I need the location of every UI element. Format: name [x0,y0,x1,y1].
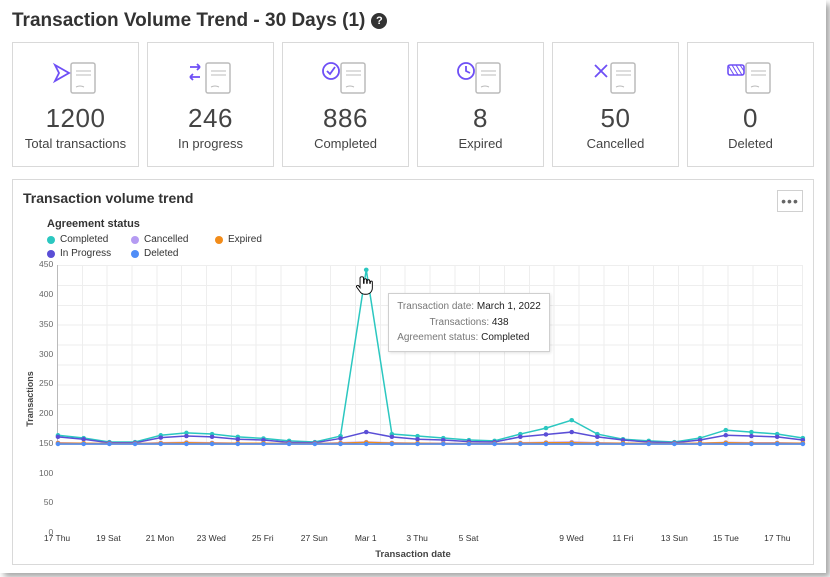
more-button[interactable]: ••• [777,190,803,212]
stat-label: Cancelled [587,136,645,152]
stat-label: Deleted [728,136,773,152]
legend-item[interactable]: Deleted [131,248,201,259]
legend-swatch [131,250,139,258]
stat-value: 246 [188,103,233,134]
legend-label: In Progress [60,248,111,259]
stat-label: Completed [314,136,377,152]
stat-value: 50 [601,103,631,134]
stat-card[interactable]: 50 Cancelled [552,42,679,167]
progress-icon [186,55,236,97]
stat-value: 0 [743,103,758,134]
deleted-icon [726,55,776,97]
cancelled-icon [591,55,641,97]
chart-plot-area[interactable]: Transaction date: March 1, 2022 Transact… [57,265,803,445]
y-axis-ticks: 450400350300250200150100500 [39,265,57,533]
stat-label: Total transactions [25,136,126,152]
y-axis-label: Transactions [23,265,37,533]
legend-item[interactable]: Completed [47,234,117,245]
legend-item[interactable]: In Progress [47,248,117,259]
legend-title: Agreement status [47,218,803,230]
help-icon[interactable]: ? [371,13,387,29]
legend-swatch [215,236,223,244]
x-axis-ticks: 17 Thu19 Sat21 Mon23 Wed25 Fri27 SunMar … [57,533,803,547]
legend-label: Expired [228,234,262,245]
chart-title: Transaction volume trend [23,190,193,206]
legend-swatch [131,236,139,244]
stat-card[interactable]: 886 Completed [282,42,409,167]
legend: Agreement status Completed Cancelled Expir… [23,218,803,259]
legend-swatch [47,236,55,244]
stat-card[interactable]: 1200 Total transactions [12,42,139,167]
expired-icon [456,55,506,97]
completed-icon [321,55,371,97]
summary-cards: 1200 Total transactions 246 In progress 886 C… [12,42,814,167]
legend-label: Completed [60,234,108,245]
stat-value: 8 [473,103,488,134]
chart-panel: Transaction volume trend ••• Agreement s… [12,179,814,565]
legend-item[interactable]: Expired [215,234,285,245]
stat-label: In progress [178,136,243,152]
stat-card[interactable]: 8 Expired [417,42,544,167]
x-axis-label: Transaction date [23,549,803,560]
legend-swatch [47,250,55,258]
stat-value: 886 [323,103,368,134]
stat-label: Expired [458,136,502,152]
legend-item[interactable]: Cancelled [131,234,201,245]
send-icon [51,55,101,97]
stat-card[interactable]: 0 Deleted [687,42,814,167]
page-title: Transaction Volume Trend - 30 Days (1) [12,10,365,32]
legend-label: Deleted [144,248,178,259]
stat-value: 1200 [46,103,106,134]
legend-label: Cancelled [144,234,188,245]
stat-card[interactable]: 246 In progress [147,42,274,167]
